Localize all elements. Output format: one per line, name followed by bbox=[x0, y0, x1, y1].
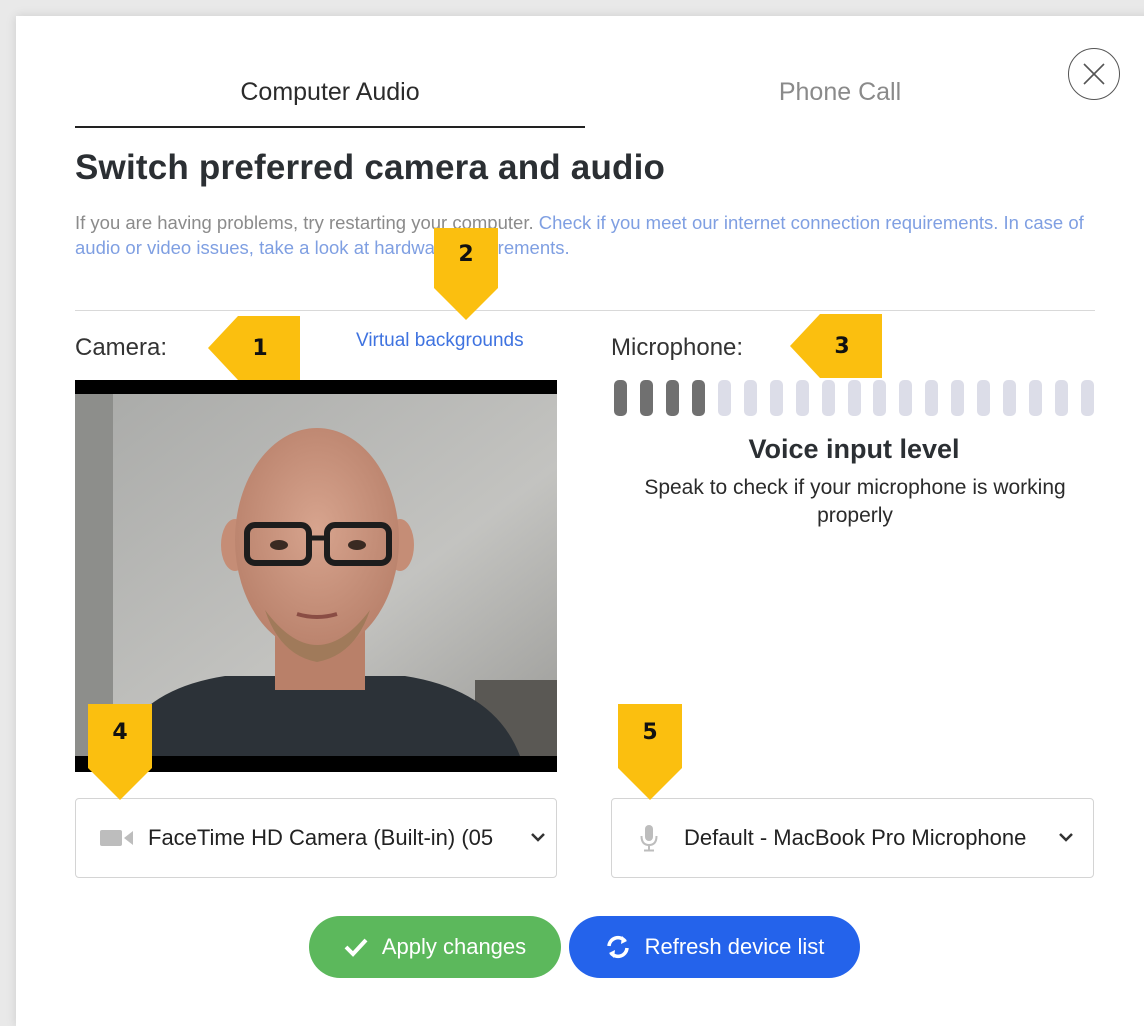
page-title: Switch preferred camera and audio bbox=[75, 148, 666, 187]
voice-level-bar bbox=[1081, 380, 1094, 416]
voice-level-bar bbox=[822, 380, 835, 416]
callout-number: 4 bbox=[112, 719, 128, 745]
microphone-icon bbox=[640, 825, 658, 852]
section-divider bbox=[75, 310, 1095, 311]
voice-level-bar bbox=[1055, 380, 1068, 416]
camera-label: Camera: bbox=[75, 334, 168, 361]
refresh-icon bbox=[606, 935, 629, 959]
callout-marker-1: 1 bbox=[208, 316, 300, 380]
callout-number: 3 bbox=[834, 333, 850, 359]
voice-level-bar bbox=[977, 380, 990, 416]
refresh-device-list-label: Refresh device list bbox=[644, 934, 825, 959]
voice-level-bar bbox=[925, 380, 938, 416]
voice-level-bar bbox=[640, 380, 653, 416]
callout-marker-4: 4 bbox=[88, 704, 152, 800]
voice-level-subtitle: Speak to check if your microphone is wor… bbox=[644, 476, 1066, 527]
voice-level-bar bbox=[796, 380, 809, 416]
voice-level-bar bbox=[692, 380, 705, 416]
apply-changes-label: Apply changes bbox=[381, 934, 527, 959]
internet-requirements-link[interactable]: Check if you meet our internet connectio… bbox=[539, 212, 999, 233]
refresh-device-list-button[interactable]: Refresh device list bbox=[569, 916, 860, 978]
callout-marker-2: 2 bbox=[434, 228, 498, 320]
chevron-down-icon bbox=[1059, 833, 1073, 842]
voice-level-bar bbox=[848, 380, 861, 416]
apply-changes-button[interactable]: Apply changes bbox=[309, 916, 561, 978]
callout-number: 2 bbox=[458, 241, 474, 267]
virtual-backgrounds-link[interactable]: Virtual backgrounds bbox=[356, 330, 524, 352]
checkmark-icon bbox=[344, 938, 368, 957]
microphone-label: Microphone: bbox=[611, 334, 744, 361]
tab-phone-call[interactable]: Phone Call bbox=[585, 78, 1095, 107]
active-tab-indicator bbox=[75, 126, 585, 128]
callout-number: 1 bbox=[252, 335, 268, 361]
voice-level-bar bbox=[770, 380, 783, 416]
video-camera-icon bbox=[100, 830, 133, 846]
callout-number: 5 bbox=[642, 719, 658, 745]
voice-level-bar bbox=[873, 380, 886, 416]
camera-select[interactable]: FaceTime HD Camera (Built-in) (05 bbox=[75, 798, 557, 878]
voice-level-bar bbox=[614, 380, 627, 416]
voice-level-bar bbox=[1003, 380, 1016, 416]
microphone-select-value: Default - MacBook Pro Microphone bbox=[684, 825, 1027, 850]
callout-marker-3: 3 bbox=[790, 314, 882, 378]
chevron-down-icon bbox=[531, 833, 545, 842]
help-text: If you are having problems, try restarti… bbox=[75, 210, 1095, 260]
callout-marker-5: 5 bbox=[618, 704, 682, 800]
microphone-select[interactable]: Default - MacBook Pro Microphone bbox=[611, 798, 1094, 878]
voice-level-bar bbox=[951, 380, 964, 416]
voice-level-bar bbox=[899, 380, 912, 416]
voice-level-title: Voice input level bbox=[748, 434, 960, 464]
tab-computer-audio[interactable]: Computer Audio bbox=[75, 78, 585, 107]
voice-level-meter bbox=[614, 380, 1094, 416]
voice-level-bar bbox=[1029, 380, 1042, 416]
voice-level-bar bbox=[666, 380, 679, 416]
voice-level-bar bbox=[718, 380, 731, 416]
voice-level-bar bbox=[744, 380, 757, 416]
camera-select-value: FaceTime HD Camera (Built-in) (05 bbox=[148, 825, 494, 850]
